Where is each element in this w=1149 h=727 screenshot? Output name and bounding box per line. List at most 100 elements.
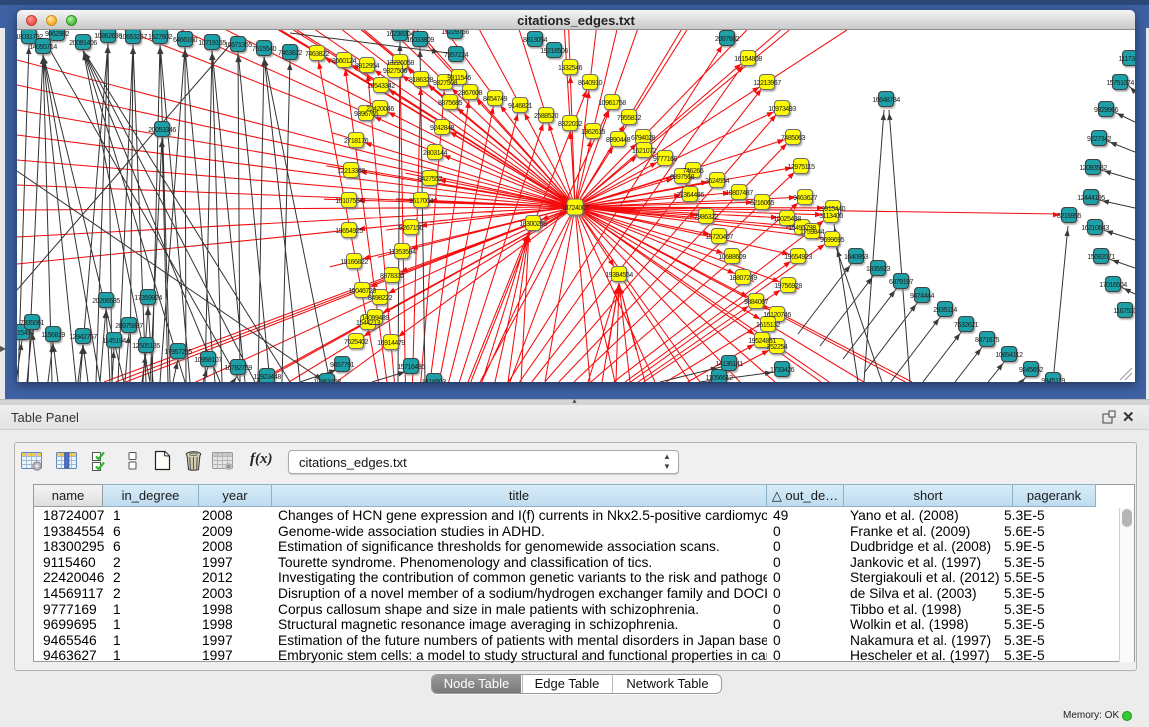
svg-text:15716485: 15716485: [397, 364, 425, 371]
svg-text:6216065: 6216065: [750, 200, 775, 207]
svg-text:1835923: 1835923: [866, 266, 891, 273]
svg-text:10958107: 10958107: [194, 357, 222, 364]
svg-text:1640953: 1640953: [844, 254, 869, 261]
svg-text:16914479: 16914479: [377, 340, 405, 347]
svg-text:2087682: 2087682: [715, 36, 740, 43]
svg-text:6794028: 6794028: [631, 135, 656, 142]
svg-text:8660124: 8660124: [332, 58, 357, 65]
svg-text:11353594: 11353594: [388, 249, 416, 256]
svg-text:12444195: 12444195: [1077, 195, 1105, 202]
svg-text:8471675: 8471675: [975, 337, 1000, 344]
svg-text:10025438: 10025438: [773, 216, 801, 223]
svg-text:10107554: 10107554: [335, 198, 363, 205]
svg-text:1527602: 1527602: [148, 34, 173, 41]
svg-text:10654112: 10654112: [995, 352, 1023, 359]
svg-text:3915494: 3915494: [17, 330, 35, 337]
svg-text:10963468: 10963468: [313, 379, 341, 382]
svg-text:9327506: 9327506: [383, 68, 408, 75]
svg-text:20091406: 20091406: [69, 40, 97, 47]
svg-text:17016504: 17016504: [1099, 282, 1127, 289]
svg-text:2588520: 2588520: [534, 113, 559, 120]
svg-text:1621072: 1621072: [632, 148, 657, 155]
svg-text:12942757: 12942757: [69, 334, 97, 341]
svg-text:16782759: 16782759: [224, 365, 252, 372]
svg-text:7463822: 7463822: [305, 51, 330, 58]
svg-text:9311546: 9311546: [447, 75, 471, 82]
svg-text:10719155: 10719155: [198, 40, 226, 47]
svg-text:18300295: 18300295: [519, 221, 547, 228]
svg-text:9915440: 9915440: [821, 206, 846, 213]
svg-text:19384554: 19384554: [605, 272, 633, 279]
svg-text:20975887: 20975887: [115, 323, 143, 330]
svg-text:7515540: 7515540: [252, 46, 277, 53]
svg-text:8498222: 8498222: [368, 295, 393, 302]
svg-text:14136141: 14136141: [715, 361, 743, 368]
svg-text:20053346: 20053346: [148, 127, 176, 134]
svg-text:2935114: 2935114: [933, 307, 957, 314]
svg-text:8912954: 8912954: [355, 63, 380, 70]
svg-text:1332546: 1332546: [558, 65, 583, 72]
svg-text:19166822: 19166822: [340, 259, 368, 266]
svg-text:7835061: 7835061: [20, 320, 45, 327]
svg-text:9345119: 9345119: [1041, 378, 1065, 382]
svg-text:12213369: 12213369: [337, 168, 365, 175]
svg-text:2803144: 2803144: [423, 150, 448, 157]
svg-text:10653267: 10653267: [119, 34, 147, 41]
svg-text:16210643: 16210643: [1081, 225, 1109, 232]
svg-text:7463822: 7463822: [278, 50, 303, 57]
svg-text:8186328: 8186328: [409, 77, 434, 84]
svg-text:10961758: 10961758: [598, 100, 626, 107]
svg-text:17957255: 17957255: [164, 349, 192, 356]
svg-text:1156819: 1156819: [41, 332, 65, 339]
svg-text:9245652: 9245652: [1019, 367, 1044, 374]
svg-text:18724007: 18724007: [561, 205, 589, 212]
svg-text:8215955: 8215955: [1057, 213, 1082, 220]
svg-text:15692071: 15692071: [1087, 254, 1115, 261]
svg-text:18807249: 18807249: [729, 275, 757, 282]
svg-text:7632621: 7632621: [954, 322, 979, 329]
svg-text:15751074: 15751074: [1106, 80, 1134, 87]
svg-text:19218506: 19218506: [540, 48, 568, 55]
svg-text:9617004: 9617004: [409, 198, 434, 205]
svg-text:15720407: 15720407: [705, 234, 733, 241]
svg-text:9463627: 9463627: [793, 195, 818, 202]
svg-text:9146821: 9146821: [508, 103, 533, 110]
svg-text:18031792: 18031792: [17, 34, 43, 41]
svg-text:9884067: 9884067: [744, 299, 769, 306]
svg-text:21364486: 21364486: [676, 192, 704, 199]
svg-text:15229756: 15229756: [441, 30, 469, 36]
svg-text:7955812: 7955812: [617, 115, 642, 122]
svg-text:1167533: 1167533: [1113, 308, 1135, 315]
svg-text:8267150: 8267150: [399, 225, 424, 232]
svg-text:9242848: 9242848: [430, 125, 455, 132]
svg-text:12213967: 12213967: [753, 80, 781, 87]
svg-text:9699695: 9699695: [820, 237, 845, 244]
svg-text:17359924: 17359924: [134, 295, 162, 302]
svg-text:7485063: 7485063: [781, 135, 806, 142]
svg-text:1362615: 1362615: [581, 129, 606, 136]
svg-text:12093582: 12093582: [1079, 165, 1107, 172]
svg-text:9396765: 9396765: [354, 111, 379, 118]
svg-text:16671355: 16671355: [224, 42, 252, 49]
svg-text:10807487: 10807487: [725, 190, 753, 197]
svg-text:19654923: 19654923: [784, 254, 812, 261]
svg-text:1145194: 1145194: [102, 338, 126, 345]
svg-text:7986322: 7986322: [694, 214, 719, 221]
svg-text:6897568: 6897568: [670, 174, 695, 181]
svg-text:10688609: 10688609: [718, 254, 746, 261]
svg-text:9474444: 9474444: [910, 293, 935, 300]
svg-text:7625402: 7625402: [344, 339, 369, 346]
svg-text:12975115: 12975115: [787, 164, 815, 171]
svg-text:13226058: 13226058: [386, 60, 414, 67]
svg-text:8990448: 8990448: [606, 137, 631, 144]
svg-text:8813054: 8813054: [523, 37, 548, 44]
svg-text:8427552: 8427552: [418, 176, 443, 183]
svg-text:2867608: 2867608: [458, 90, 483, 97]
svg-text:6466160: 6466160: [173, 37, 198, 44]
svg-text:10973493: 10973493: [768, 106, 796, 113]
svg-text:6879197: 6879197: [889, 279, 914, 286]
svg-text:9862982: 9862982: [45, 31, 70, 38]
svg-text:7357224: 7357224: [444, 52, 469, 59]
svg-text:12505135: 12505135: [132, 343, 160, 350]
svg-text:9777169: 9777169: [653, 156, 678, 163]
